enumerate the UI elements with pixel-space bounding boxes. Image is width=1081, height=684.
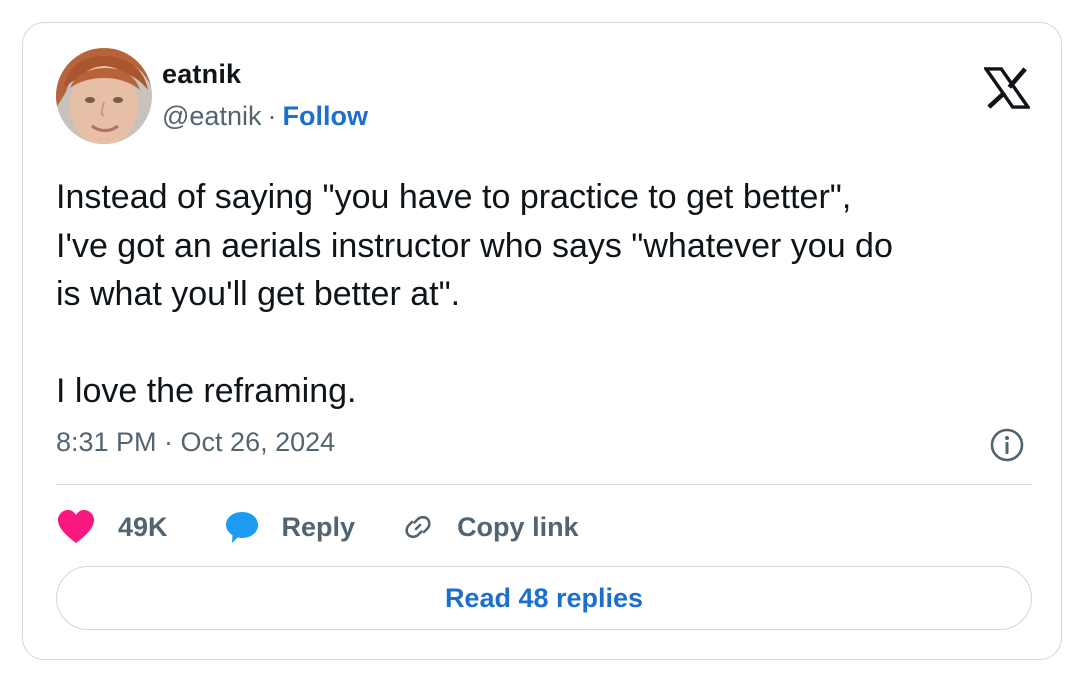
reply-label: Reply	[281, 511, 356, 542]
follow-link[interactable]: Follow	[282, 101, 367, 131]
avatar[interactable]	[56, 48, 152, 144]
tweet-closing-line: I love the reframing.	[56, 372, 357, 410]
tweet-line: is what you'll get better at".	[56, 275, 461, 313]
reply-button[interactable]: Reply	[224, 509, 356, 545]
action-bar: 49K Reply Copy link	[56, 507, 579, 547]
tweet-text: Instead of saying "you have to practice …	[56, 173, 1046, 416]
copy-link-button[interactable]: Copy link	[401, 510, 579, 544]
heart-icon	[58, 510, 94, 543]
display-name[interactable]: eatnik	[162, 59, 241, 90]
handle-separator: ·	[267, 101, 277, 131]
x-logo-icon[interactable]	[984, 67, 1030, 109]
read-replies-button[interactable]: Read 48 replies	[56, 566, 1032, 630]
tweet-card: eatnik @eatnik · Follow Instead of saying …	[22, 22, 1062, 660]
avatar-image	[56, 48, 152, 144]
handle-row: @eatnik · Follow	[162, 101, 368, 132]
tweet-line: I've got an aerials instructor who says …	[56, 226, 893, 265]
copy-link-label: Copy link	[457, 511, 579, 542]
link-icon	[405, 515, 431, 539]
like-button[interactable]: 49K	[56, 509, 168, 545]
divider	[56, 484, 1032, 485]
handle[interactable]: @eatnik	[162, 101, 261, 131]
info-icon[interactable]	[989, 427, 1025, 463]
like-count: 49K	[118, 511, 168, 542]
tweet-line: Instead of saying "you have to practice …	[56, 178, 852, 216]
speech-bubble-icon	[225, 512, 258, 543]
timestamp-link[interactable]: 8:31 PM · Oct 26, 2024	[56, 427, 335, 458]
